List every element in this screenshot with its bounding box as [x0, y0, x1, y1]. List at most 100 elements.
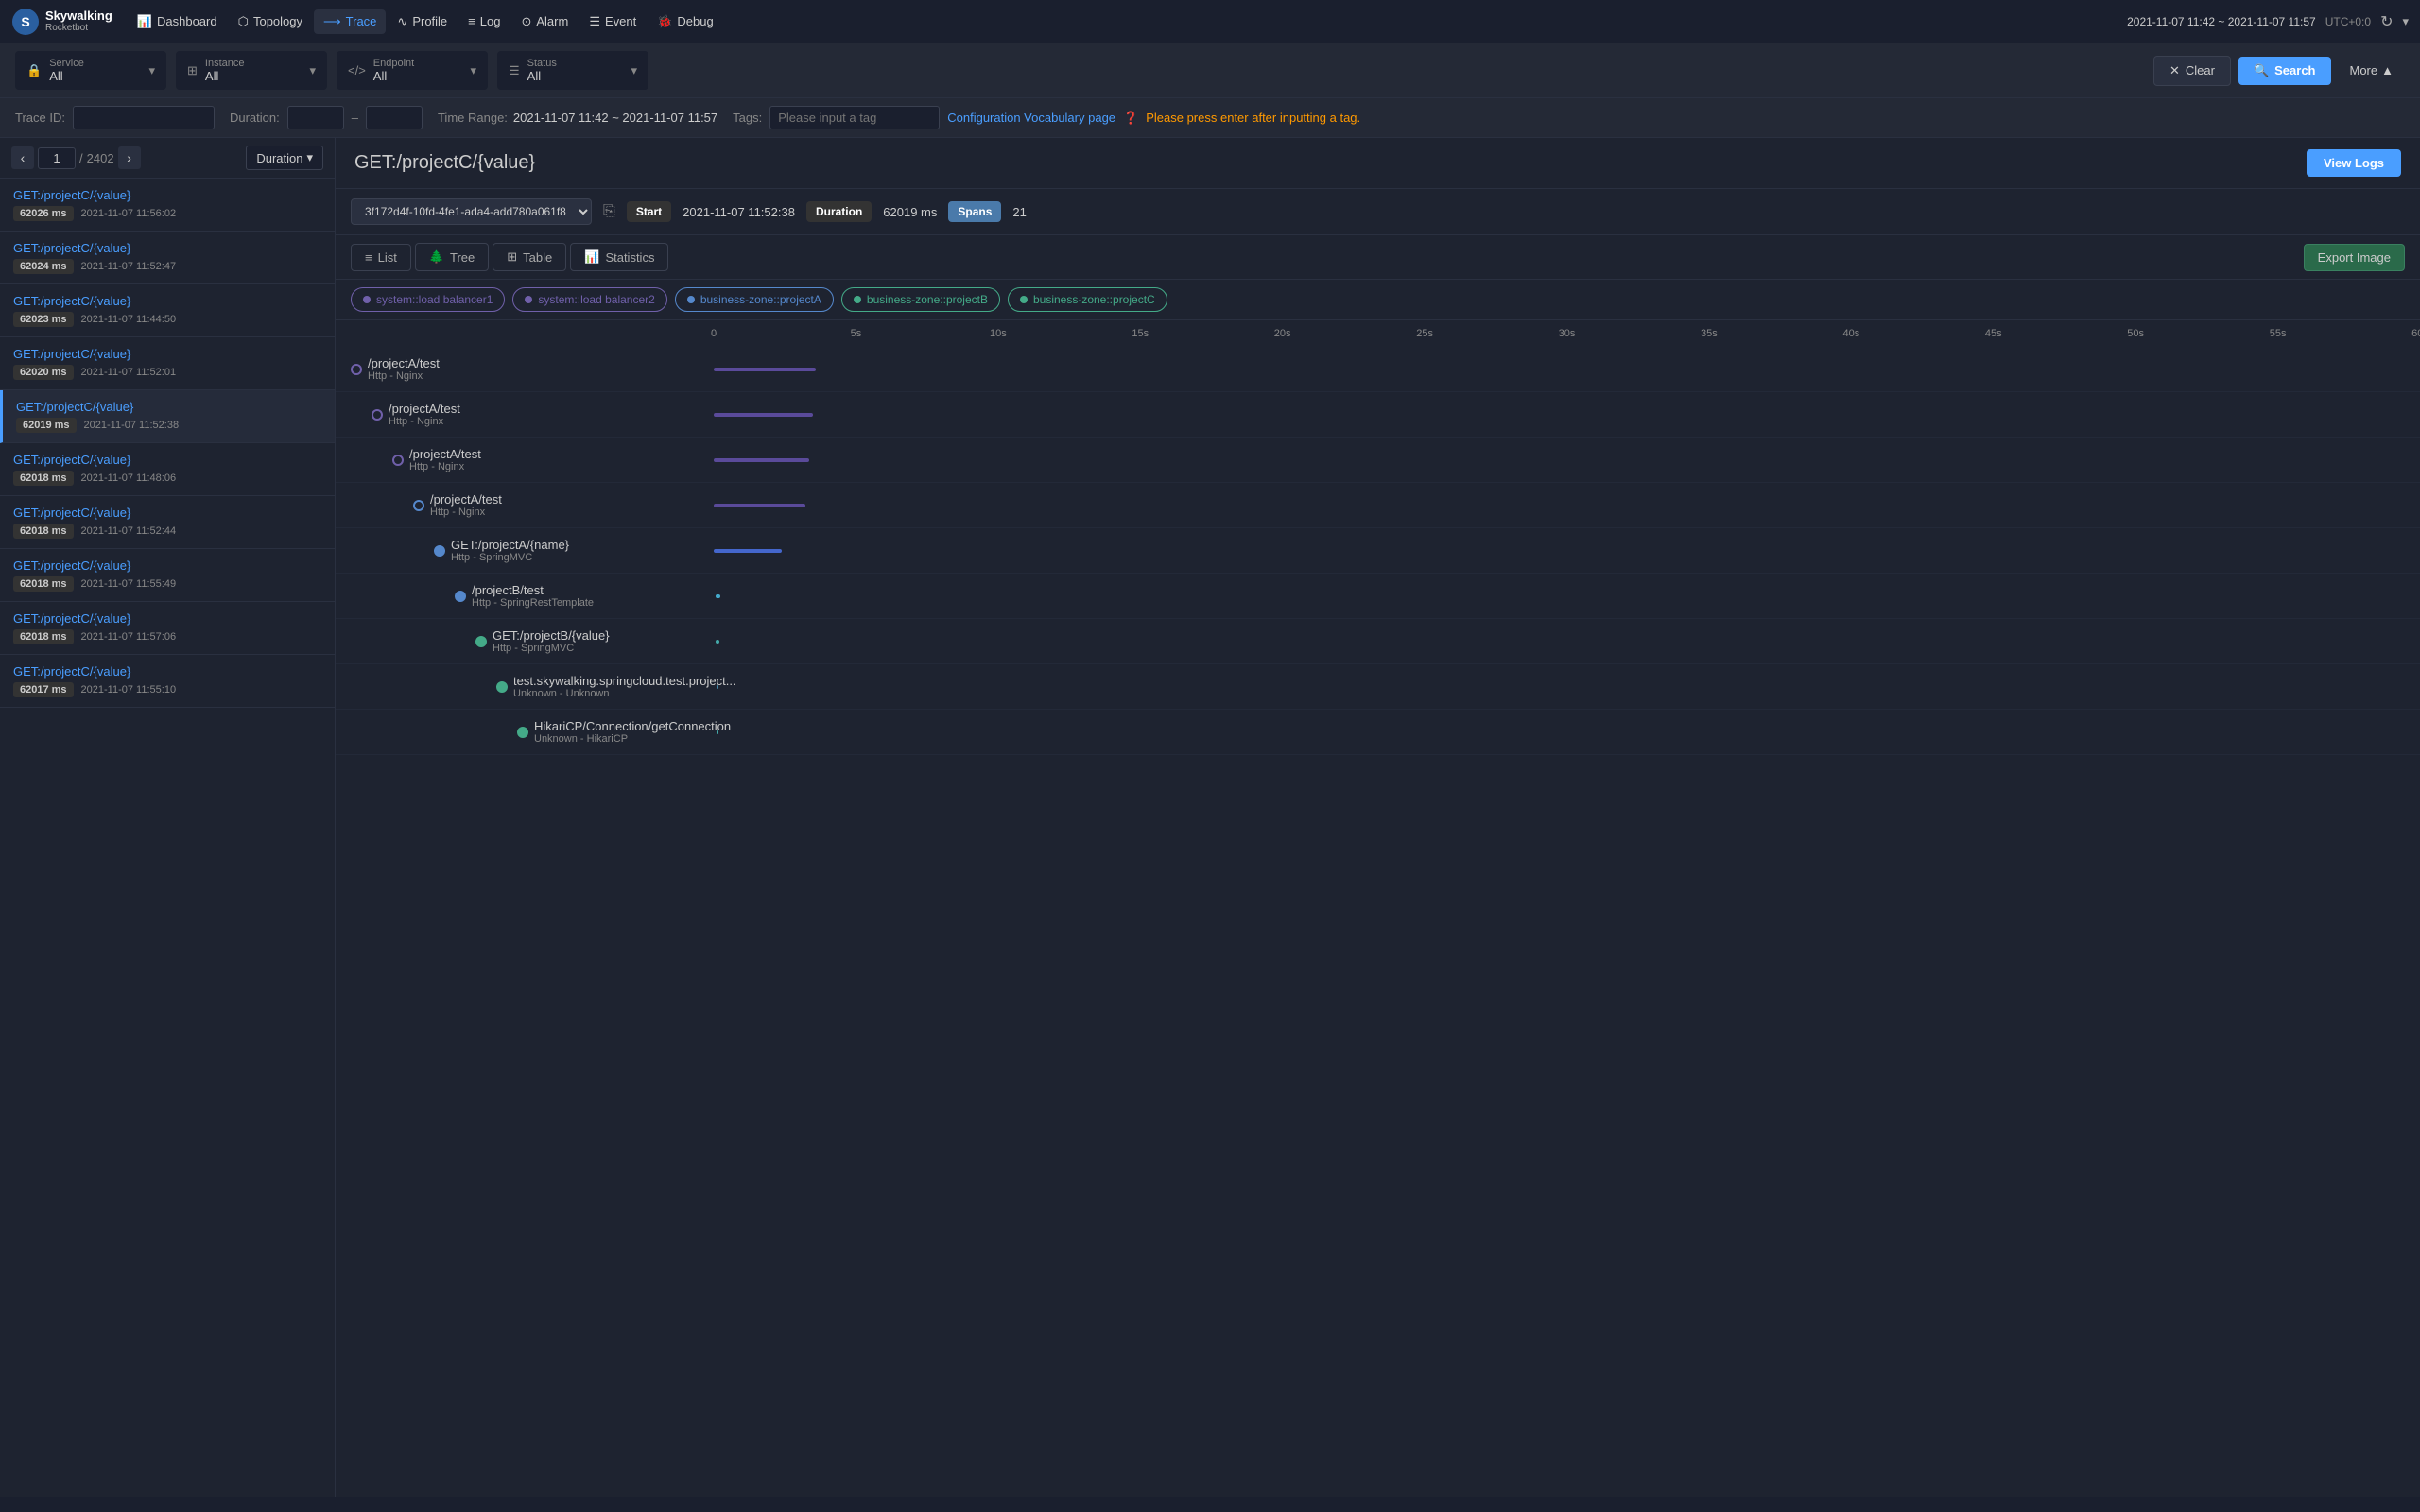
span-sub: Unknown - HikariCP [534, 733, 731, 745]
span-bar [714, 413, 813, 417]
nav-time-range: 2021-11-07 11:42 ~ 2021-11-07 11:57 [2127, 15, 2316, 28]
nav-chevron-icon[interactable]: ▾ [2402, 14, 2409, 29]
time-tick: 15s [1132, 328, 1149, 339]
config-help-icon[interactable]: ❓ [1123, 111, 1138, 126]
nav-item-profile[interactable]: ∿ Profile [388, 9, 457, 34]
tab-tree[interactable]: 🌲 Tree [415, 243, 489, 271]
next-page-button[interactable]: › [118, 146, 141, 169]
trace-list-item[interactable]: GET:/projectC/{value} 62018 ms 2021-11-0… [0, 443, 335, 496]
page-number-input[interactable] [38, 147, 76, 169]
event-icon: ☰ [589, 14, 600, 29]
main-layout: ‹ / 2402 › Duration ▾ GET:/projectC/{val… [0, 138, 2420, 1497]
span-bar-area [714, 494, 2420, 517]
trace-id-input[interactable] [73, 106, 215, 129]
service-tag[interactable]: business-zone::projectB [841, 287, 1000, 312]
span-dot [475, 636, 487, 647]
instance-filter[interactable]: ⊞ Instance All ▾ [176, 51, 327, 90]
trace-list-item[interactable]: GET:/projectC/{value} 62020 ms 2021-11-0… [0, 337, 335, 390]
time-tick: 30s [1559, 328, 1576, 339]
span-row[interactable]: /projectB/test Http - SpringRestTemplate [336, 574, 2420, 619]
trace-list-item[interactable]: GET:/projectC/{value} 62018 ms 2021-11-0… [0, 496, 335, 549]
search-icon: 🔍 [2254, 63, 2269, 78]
service-tag[interactable]: business-zone::projectA [675, 287, 834, 312]
trace-time: 2021-11-07 11:52:01 [81, 367, 177, 378]
tags-input[interactable] [769, 106, 940, 129]
span-bar [716, 640, 720, 644]
trace-list-item[interactable]: GET:/projectC/{value} 62024 ms 2021-11-0… [0, 232, 335, 284]
sort-dropdown[interactable]: Duration ▾ [246, 146, 323, 170]
more-chevron-icon: ▲ [2381, 63, 2394, 77]
span-name: /projectA/test [430, 492, 502, 507]
span-info: /projectA/test Http - Nginx [409, 447, 481, 472]
config-link[interactable]: Configuration Vocabulary page [947, 111, 1115, 125]
left-panel: ‹ / 2402 › Duration ▾ GET:/projectC/{val… [0, 138, 336, 1497]
span-row[interactable]: GET:/projectA/{name} Http - SpringMVC [336, 528, 2420, 574]
span-bar-area [714, 630, 2420, 653]
tab-list[interactable]: ≡ List [351, 244, 411, 271]
service-tag[interactable]: business-zone::projectC [1008, 287, 1167, 312]
logo-icon: S [11, 8, 40, 36]
nav-item-trace[interactable]: ⟶ Trace [314, 9, 386, 34]
trace-list-item[interactable]: GET:/projectC/{value} 62019 ms 2021-11-0… [0, 390, 335, 443]
endpoint-filter[interactable]: </> Endpoint All ▾ [337, 51, 488, 90]
nav-item-debug[interactable]: 🐞 Debug [648, 9, 723, 34]
logo[interactable]: S Skywalking Rocketbot [11, 8, 112, 36]
span-row[interactable]: /projectA/test Http - Nginx [336, 392, 2420, 438]
trace-list-item[interactable]: GET:/projectC/{value} 62023 ms 2021-11-0… [0, 284, 335, 337]
span-row[interactable]: HikariCP/Connection/getConnection Unknow… [336, 710, 2420, 755]
trace-list-item[interactable]: GET:/projectC/{value} 62017 ms 2021-11-0… [0, 655, 335, 708]
nav-item-log[interactable]: ≡ Log [458, 9, 510, 33]
nav-refresh-icon[interactable]: ↻ [2380, 12, 2393, 31]
trace-info-bar: 3f172d4f-10fd-4fe1-ada4-add780a061f8 ⎘ S… [336, 189, 2420, 235]
clear-button[interactable]: ✕ Clear [2153, 56, 2231, 86]
export-image-button[interactable]: Export Image [2304, 244, 2405, 271]
alarm-icon: ⊙ [521, 14, 531, 29]
trace-item-name: GET:/projectC/{value} [13, 241, 321, 255]
prev-page-button[interactable]: ‹ [11, 146, 34, 169]
trace-badge: 62023 ms [13, 312, 74, 327]
trace-id-select[interactable]: 3f172d4f-10fd-4fe1-ada4-add780a061f8 [351, 198, 592, 225]
trace-detail-title: GET:/projectC/{value} [354, 152, 535, 174]
trace-icon: ⟶ [323, 14, 341, 29]
time-tick: 45s [1985, 328, 2002, 339]
spans-value: 21 [1012, 205, 1026, 219]
span-info: GET:/projectB/{value} Http - SpringMVC [493, 628, 610, 654]
trace-list-item[interactable]: GET:/projectC/{value} 62026 ms 2021-11-0… [0, 179, 335, 232]
duration-from-input[interactable] [287, 106, 344, 129]
service-tag[interactable]: system::load balancer1 [351, 287, 505, 312]
more-button[interactable]: More ▲ [2339, 57, 2406, 84]
tab-table[interactable]: ⊞ Table [493, 243, 566, 271]
tab-statistics[interactable]: 📊 Statistics [570, 243, 668, 271]
service-filter[interactable]: 🔒 Service All ▾ [15, 51, 166, 90]
time-ruler: 05s10s15s20s25s30s35s40s45s50s55s60s [714, 320, 2420, 347]
span-row[interactable]: test.skywalking.springcloud.test.project… [336, 664, 2420, 710]
top-nav: S Skywalking Rocketbot 📊 Dashboard ⬡ Top… [0, 0, 2420, 43]
trace-list-item[interactable]: GET:/projectC/{value} 62018 ms 2021-11-0… [0, 549, 335, 602]
secondary-filter: Trace ID: Duration: – Time Range: 2021-1… [0, 98, 2420, 138]
nav-item-topology[interactable]: ⬡ Topology [229, 9, 312, 34]
span-row[interactable]: /projectA/test Http - Nginx [336, 347, 2420, 392]
span-dot [372, 409, 383, 421]
span-row[interactable]: /projectA/test Http - Nginx [336, 483, 2420, 528]
nav-item-alarm[interactable]: ⊙ Alarm [511, 9, 578, 34]
trace-item-meta: 62018 ms 2021-11-07 11:52:44 [13, 524, 321, 539]
trace-item-meta: 62023 ms 2021-11-07 11:44:50 [13, 312, 321, 327]
span-info: GET:/projectA/{name} Http - SpringMVC [451, 538, 569, 563]
view-logs-button[interactable]: View Logs [2307, 149, 2401, 177]
trace-list-item[interactable]: GET:/projectC/{value} 62018 ms 2021-11-0… [0, 602, 335, 655]
service-tag-label: system::load balancer1 [376, 293, 493, 306]
service-tag[interactable]: system::load balancer2 [512, 287, 666, 312]
search-button[interactable]: 🔍 Search [2238, 57, 2331, 85]
nav-item-dashboard[interactable]: 📊 Dashboard [128, 9, 227, 34]
status-chevron-icon: ▾ [631, 63, 637, 78]
status-filter[interactable]: ☰ Status All ▾ [497, 51, 648, 90]
span-row[interactable]: GET:/projectB/{value} Http - SpringMVC [336, 619, 2420, 664]
span-row[interactable]: /projectA/test Http - Nginx [336, 438, 2420, 483]
duration-to-input[interactable] [366, 106, 423, 129]
copy-icon[interactable]: ⎘ [603, 203, 615, 220]
time-range-value: 2021-11-07 11:42 ~ 2021-11-07 11:57 [513, 111, 717, 125]
nav-item-event[interactable]: ☰ Event [579, 9, 646, 34]
left-header: ‹ / 2402 › Duration ▾ [0, 138, 335, 179]
span-bar-area [714, 404, 2420, 426]
page-separator: / [79, 151, 83, 165]
